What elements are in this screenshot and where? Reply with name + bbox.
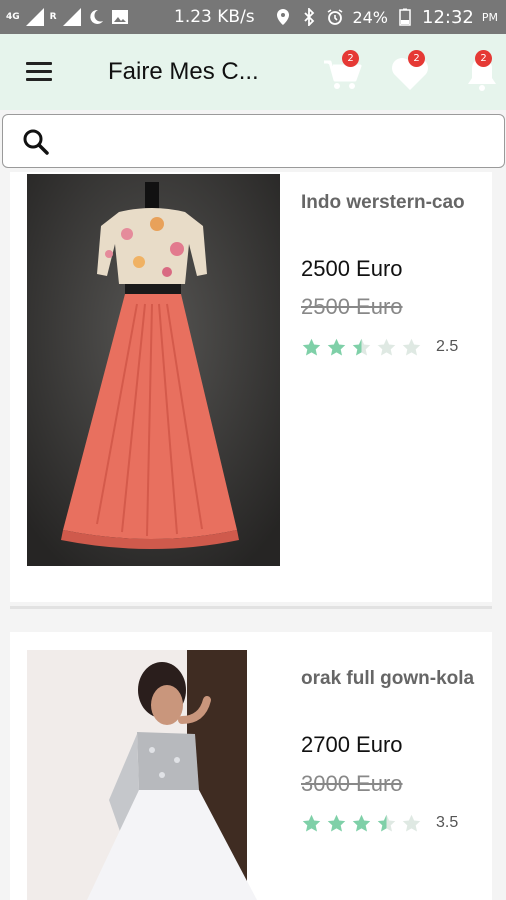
signal-icon-2 xyxy=(62,8,81,26)
network-speed: 1.23 KB/s xyxy=(174,7,255,27)
product-name[interactable]: Indo werstern-cao xyxy=(301,190,486,215)
star-icon xyxy=(352,814,371,831)
product-card[interactable]: orak full gown-kola 2700 Euro 3000 Euro … xyxy=(10,632,492,900)
product-rating: 2.5 xyxy=(301,336,458,358)
product-old-price: 3000 Euro xyxy=(301,771,403,796)
menu-button[interactable] xyxy=(22,58,54,86)
bluetooth-icon xyxy=(304,8,315,26)
moon-icon xyxy=(89,9,103,24)
product-image-gown xyxy=(27,650,280,900)
star-icon xyxy=(377,338,396,355)
search-input[interactable] xyxy=(63,123,493,159)
status-left: 4G R xyxy=(6,0,129,34)
product-card[interactable]: Indo werstern-cao 2500 Euro 2500 Euro 2.… xyxy=(10,172,492,602)
app-title: Faire Mes C... xyxy=(108,58,259,85)
battery-percent: 24% xyxy=(352,7,388,27)
location-icon xyxy=(277,9,290,25)
rating-value: 3.5 xyxy=(436,814,459,831)
alarm-icon xyxy=(327,9,343,25)
network-type: 4G xyxy=(6,12,20,22)
cart-badge: 2 xyxy=(342,50,359,67)
status-right: 24% 12:32 PM xyxy=(274,0,498,34)
menu-icon-line xyxy=(26,78,52,81)
star-icon xyxy=(352,338,371,355)
menu-icon-line xyxy=(26,70,52,73)
product-rating: 3.5 xyxy=(301,812,458,834)
star-icon xyxy=(327,814,346,831)
product-name[interactable]: orak full gown-kola xyxy=(301,666,486,691)
notifications-badge: 2 xyxy=(475,50,492,67)
card-divider xyxy=(10,606,492,609)
search-bar[interactable] xyxy=(2,114,505,168)
star-icon xyxy=(302,338,321,355)
product-image[interactable] xyxy=(27,650,280,900)
app-bar: Faire Mes C... 2 2 2 xyxy=(0,34,506,110)
cart-button[interactable]: 2 xyxy=(318,48,366,96)
search-icon xyxy=(23,129,49,155)
signal-icon xyxy=(25,8,44,26)
wishlist-button[interactable]: 2 xyxy=(386,48,434,96)
roaming-indicator: R xyxy=(49,12,57,22)
wishlist-badge: 2 xyxy=(408,50,425,67)
clock-ampm: PM xyxy=(481,10,498,24)
image-icon xyxy=(111,10,128,24)
star-icon xyxy=(327,338,346,355)
star-icon xyxy=(377,814,396,831)
star-icon xyxy=(402,338,421,355)
menu-icon-line xyxy=(26,62,52,65)
product-image[interactable] xyxy=(27,174,280,566)
product-image-lehenga xyxy=(27,174,280,566)
star-icon xyxy=(402,814,421,831)
battery-icon xyxy=(399,8,411,26)
clock: 12:32 xyxy=(422,6,474,28)
status-bar: 4G R 1.23 KB/s 24% 12:32 PM xyxy=(0,0,506,34)
rating-value: 2.5 xyxy=(436,338,459,355)
notifications-button[interactable]: 2 xyxy=(458,48,506,96)
star-icon xyxy=(302,814,321,831)
product-old-price: 2500 Euro xyxy=(301,294,403,319)
product-price: 2500 Euro xyxy=(301,256,403,281)
product-price: 2700 Euro xyxy=(301,732,403,757)
